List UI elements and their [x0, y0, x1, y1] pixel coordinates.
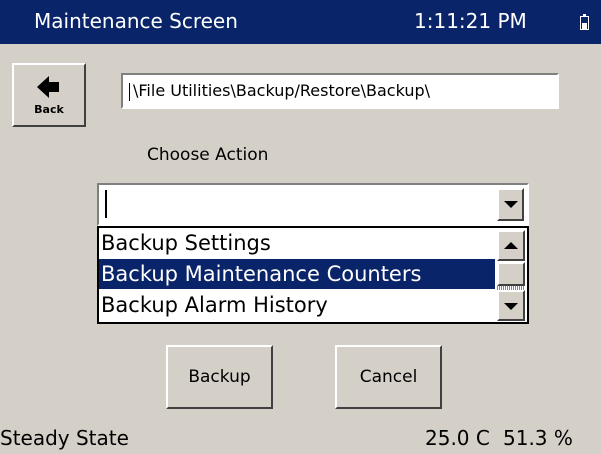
scroll-down-button[interactable]	[497, 290, 525, 321]
back-label: Back	[34, 103, 64, 116]
dropdown-button[interactable]	[497, 188, 524, 221]
chevron-up-icon	[504, 242, 518, 249]
status-state: Steady State	[0, 426, 129, 450]
battery-icon	[580, 14, 589, 30]
text-cursor	[105, 190, 107, 218]
action-list: Backup Settings Backup Maintenance Count…	[97, 226, 529, 324]
backup-button[interactable]: Backup	[166, 345, 273, 409]
scroll-thumb[interactable]	[497, 262, 525, 286]
choose-action-label: Choose Action	[147, 145, 269, 165]
arrow-left-icon	[37, 76, 59, 98]
list-scrollbar[interactable]	[495, 228, 527, 322]
path-text: \File Utilities\Backup/Restore\Backup\	[133, 81, 431, 100]
clock: 1:11:21 PM	[414, 9, 527, 33]
scroll-up-button[interactable]	[497, 230, 525, 261]
status-humidity: 51.3 %	[503, 426, 573, 450]
window-title: Maintenance Screen	[34, 9, 238, 33]
action-combobox[interactable]	[97, 183, 529, 226]
cancel-button[interactable]: Cancel	[335, 345, 442, 409]
back-button[interactable]: Back	[12, 63, 86, 127]
chevron-down-icon	[503, 201, 518, 208]
list-item-selected[interactable]: Backup Maintenance Counters	[99, 259, 497, 289]
title-bar: Maintenance Screen 1:11:21 PM	[0, 0, 601, 44]
list-item[interactable]: Backup Settings	[99, 228, 497, 258]
list-item[interactable]: Backup Alarm History	[99, 290, 497, 320]
chevron-down-icon	[504, 303, 518, 310]
status-temperature: 25.0 C	[425, 426, 490, 450]
path-field[interactable]: \File Utilities\Backup/Restore\Backup\	[121, 73, 559, 109]
